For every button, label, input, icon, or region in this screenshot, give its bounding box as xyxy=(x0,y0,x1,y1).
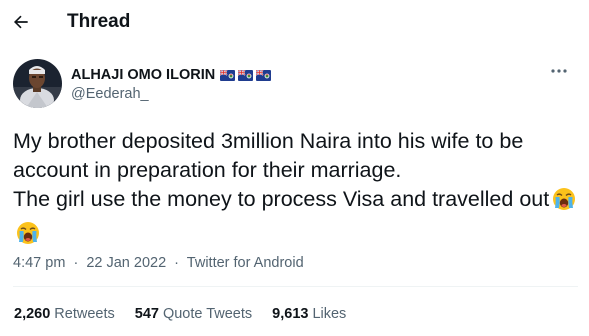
display-name-row[interactable]: ALHAJI OMO ILORIN xyxy=(71,66,272,84)
separator-dot: · xyxy=(73,255,79,271)
tweet-metadata: 4:47 pm · 22 Jan 2022 · Twitter for Andr… xyxy=(13,255,304,271)
profile-photo xyxy=(13,59,62,108)
tweet-date[interactable]: 22 Jan 2022 xyxy=(86,255,166,271)
quote-tweets-count: 547 xyxy=(134,306,159,322)
quote-tweets-stat[interactable]: 547 Quote Tweets xyxy=(135,306,252,322)
flag-emojis xyxy=(220,69,272,81)
cayman-islands-flag-icon xyxy=(220,69,236,81)
tweet-source[interactable]: Twitter for Android xyxy=(187,255,304,271)
cayman-islands-flag-icon xyxy=(256,69,272,81)
thread-header: Thread xyxy=(0,0,589,44)
user-handle[interactable]: @Eederah_ xyxy=(71,86,149,102)
likes-count: 9,613 xyxy=(272,306,309,322)
likes-label: Likes xyxy=(312,306,347,322)
more-horizontal-icon xyxy=(551,69,567,73)
retweets-stat[interactable]: 2,260 Retweets xyxy=(14,306,115,322)
avatar[interactable] xyxy=(13,59,62,108)
tweet-time[interactable]: 4:47 pm xyxy=(13,255,65,271)
retweets-label: Retweets xyxy=(54,306,115,322)
tweet-text: My brother deposited 3million Naira into… xyxy=(13,127,578,253)
more-options-button[interactable] xyxy=(547,63,571,79)
likes-stat[interactable]: 9,613 Likes xyxy=(272,306,346,322)
quote-tweets-label: Quote Tweets xyxy=(162,306,253,322)
display-name: ALHAJI OMO ILORIN xyxy=(71,67,216,83)
back-button[interactable] xyxy=(10,11,32,33)
separator-dot: · xyxy=(174,255,180,271)
loudly-crying-face-icon xyxy=(552,187,576,219)
tweet-stats: 2,260 Retweets 547 Quote Tweets 9,613 Likes xyxy=(14,306,366,322)
loudly-crying-face-icon xyxy=(16,221,40,253)
tweet-author: ALHAJI OMO ILORIN @Eederah_ xyxy=(13,59,576,109)
retweets-count: 2,260 xyxy=(14,306,51,322)
tweet-body: My brother deposited 3million Naira into… xyxy=(13,129,550,211)
cayman-islands-flag-icon xyxy=(238,69,254,81)
divider xyxy=(13,286,578,287)
arrow-left-icon xyxy=(13,15,28,29)
page-title: Thread xyxy=(67,11,131,32)
